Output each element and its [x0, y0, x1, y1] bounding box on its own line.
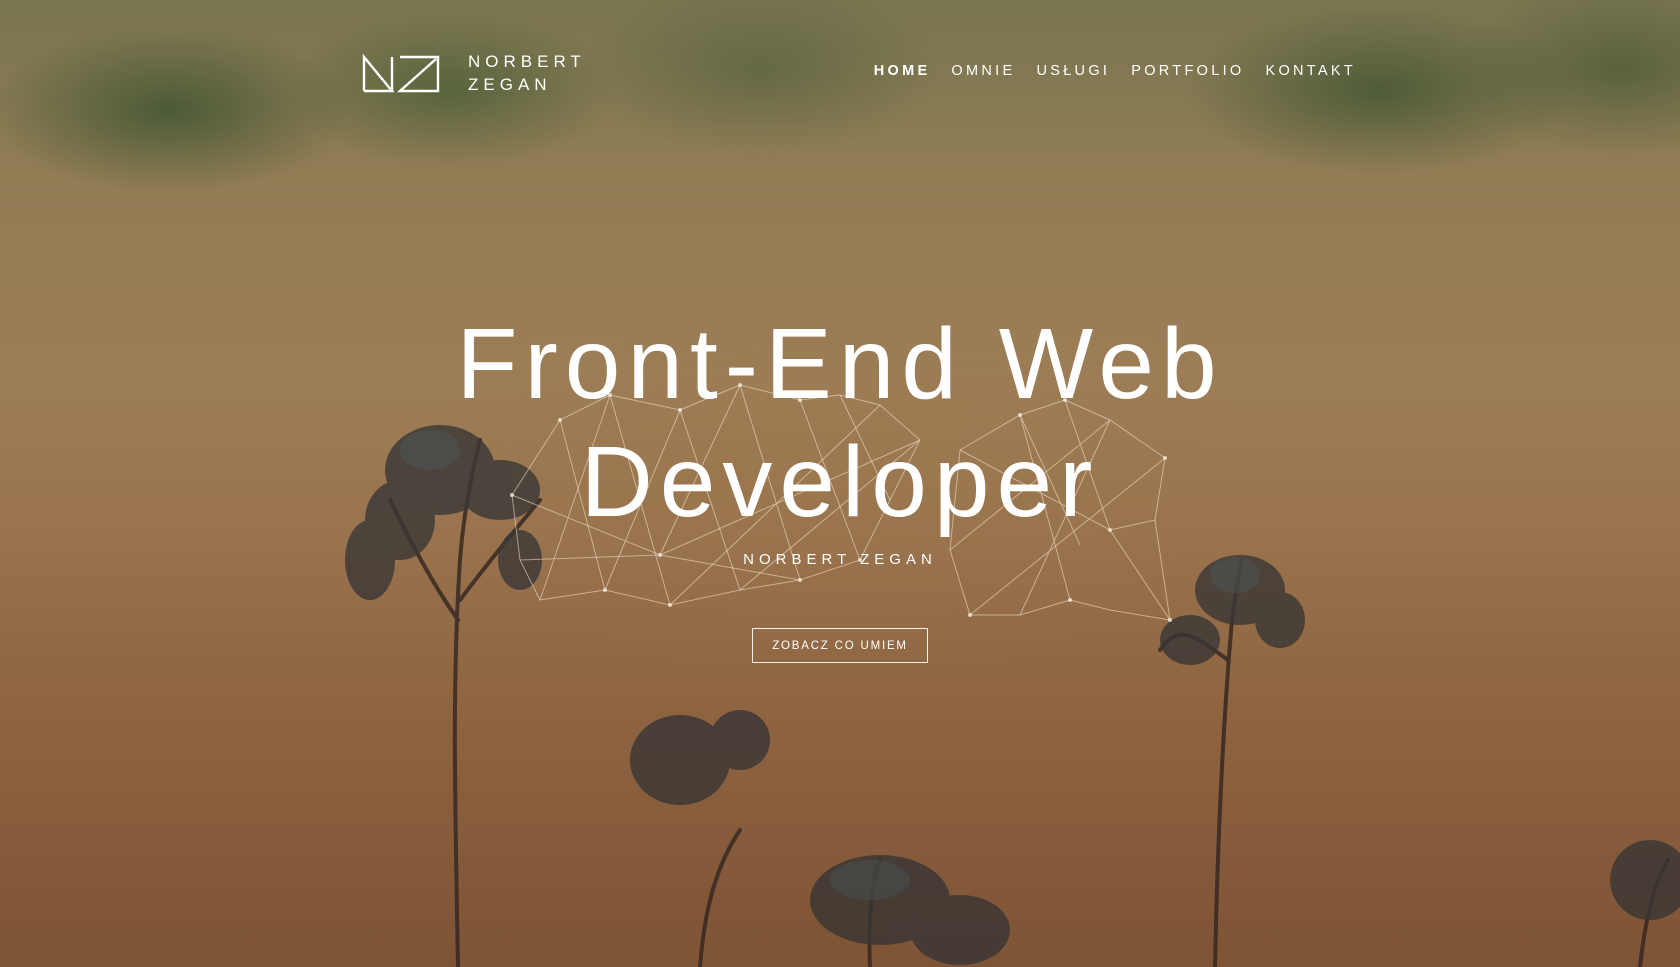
main-menu: HOME OMNIE USŁUGI PORTFOLIO KONTAKT [874, 63, 1356, 79]
nav-item-omnie[interactable]: OMNIE [951, 63, 1015, 79]
brand-logo[interactable]: NORBERT ZEGAN [362, 50, 586, 96]
top-navigation: NORBERT ZEGAN HOME OMNIE USŁUGI PORTFOLI… [0, 0, 1680, 140]
brand-name: NORBERT ZEGAN [468, 50, 586, 96]
see-skills-button[interactable]: ZOBACZ CO UMIEM [752, 628, 928, 663]
hero-title-line2: Developer [580, 426, 1100, 538]
brand-name-line2: ZEGAN [468, 75, 552, 94]
nz-monogram-icon [362, 53, 440, 93]
hero-title-line1: Front-End Web [456, 308, 1224, 420]
nav-item-portfolio[interactable]: PORTFOLIO [1131, 63, 1244, 79]
hero-title: Front-End Web Developer [0, 305, 1680, 541]
nav-item-home[interactable]: HOME [874, 63, 931, 79]
nav-item-uslugi[interactable]: USŁUGI [1036, 63, 1110, 79]
nav-item-kontakt[interactable]: KONTAKT [1265, 63, 1356, 79]
brand-name-line1: NORBERT [468, 52, 586, 71]
hero-subtitle: NORBERT ZEGAN [743, 551, 937, 568]
hero-section: NORBERT ZEGAN HOME OMNIE USŁUGI PORTFOLI… [0, 0, 1680, 967]
